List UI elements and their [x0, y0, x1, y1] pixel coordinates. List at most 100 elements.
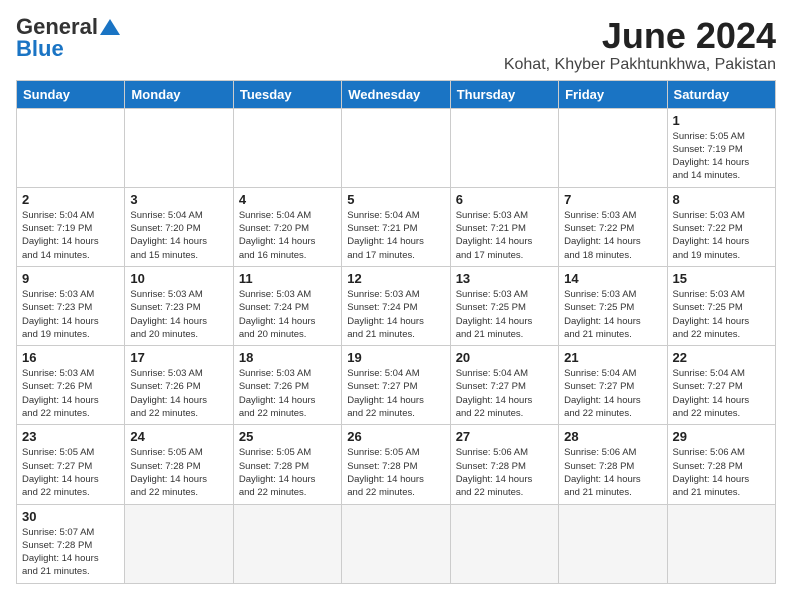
calendar-week-row: 1Sunrise: 5:05 AM Sunset: 7:19 PM Daylig…	[17, 108, 776, 187]
day-number: 23	[22, 429, 119, 444]
calendar-cell: 12Sunrise: 5:03 AM Sunset: 7:24 PM Dayli…	[342, 266, 450, 345]
calendar-cell: 28 Sunrise: 5:06 AM Sunset: 7:28 PM Dayli…	[559, 425, 667, 504]
weekday-header-wednesday: Wednesday	[342, 80, 450, 108]
day-number: 19	[347, 350, 444, 365]
day-number: 7	[564, 192, 661, 207]
day-info: Sunrise: 5:03 AM Sunset: 7:23 PM Dayligh…	[130, 288, 227, 341]
day-info: Sunrise: 5:03 AM Sunset: 7:24 PM Dayligh…	[239, 288, 336, 341]
calendar-cell	[125, 108, 233, 187]
day-info: Sunrise: 5:04 AM Sunset: 7:19 PM Dayligh…	[22, 209, 119, 262]
day-info: Sunrise: 5:03 AM Sunset: 7:26 PM Dayligh…	[239, 367, 336, 420]
day-number: 25	[239, 429, 336, 444]
calendar-cell	[450, 504, 558, 583]
calendar-cell	[559, 504, 667, 583]
calendar-cell: 13Sunrise: 5:03 AM Sunset: 7:25 PM Dayli…	[450, 266, 558, 345]
weekday-header-friday: Friday	[559, 80, 667, 108]
location-title: Kohat, Khyber Pakhtunkhwa, Pakistan	[504, 56, 776, 74]
calendar-cell: 29Sunrise: 5:06 AM Sunset: 7:28 PM Dayli…	[667, 425, 775, 504]
weekday-header-monday: Monday	[125, 80, 233, 108]
day-number: 2	[22, 192, 119, 207]
day-info: Sunrise: 5:03 AM Sunset: 7:22 PM Dayligh…	[673, 209, 770, 262]
day-number: 10	[130, 271, 227, 286]
calendar-cell: 24 Sunrise: 5:05 AM Sunset: 7:28 PM Dayli…	[125, 425, 233, 504]
calendar-cell	[233, 504, 341, 583]
day-number: 15	[673, 271, 770, 286]
weekday-header-saturday: Saturday	[667, 80, 775, 108]
day-info: Sunrise: 5:05 AM Sunset: 7:27 PM Dayligh…	[22, 446, 119, 499]
calendar-cell: 26 Sunrise: 5:05 AM Sunset: 7:28 PM Dayli…	[342, 425, 450, 504]
day-number: 11	[239, 271, 336, 286]
weekday-header-thursday: Thursday	[450, 80, 558, 108]
calendar-cell	[559, 108, 667, 187]
day-number: 3	[130, 192, 227, 207]
calendar-week-row: 23 Sunrise: 5:05 AM Sunset: 7:27 PM Dayli…	[17, 425, 776, 504]
calendar-week-row: 9 Sunrise: 5:03 AM Sunset: 7:23 PM Daylig…	[17, 266, 776, 345]
calendar-cell: 23 Sunrise: 5:05 AM Sunset: 7:27 PM Dayli…	[17, 425, 125, 504]
calendar-cell	[233, 108, 341, 187]
day-number: 21	[564, 350, 661, 365]
day-number: 28	[564, 429, 661, 444]
day-info: Sunrise: 5:04 AM Sunset: 7:27 PM Dayligh…	[564, 367, 661, 420]
day-info: Sunrise: 5:04 AM Sunset: 7:21 PM Dayligh…	[347, 209, 444, 262]
day-info: Sunrise: 5:03 AM Sunset: 7:21 PM Dayligh…	[456, 209, 553, 262]
calendar-cell: 7Sunrise: 5:03 AM Sunset: 7:22 PM Daylig…	[559, 187, 667, 266]
calendar-week-row: 2 Sunrise: 5:04 AM Sunset: 7:19 PM Daylig…	[17, 187, 776, 266]
logo-triangle-icon	[100, 19, 120, 35]
day-info: Sunrise: 5:04 AM Sunset: 7:20 PM Dayligh…	[239, 209, 336, 262]
calendar-cell: 11 Sunrise: 5:03 AM Sunset: 7:24 PM Dayli…	[233, 266, 341, 345]
calendar-cell: 2 Sunrise: 5:04 AM Sunset: 7:19 PM Daylig…	[17, 187, 125, 266]
day-info: Sunrise: 5:03 AM Sunset: 7:25 PM Dayligh…	[673, 288, 770, 341]
day-info: Sunrise: 5:06 AM Sunset: 7:28 PM Dayligh…	[456, 446, 553, 499]
day-info: Sunrise: 5:04 AM Sunset: 7:27 PM Dayligh…	[456, 367, 553, 420]
day-info: Sunrise: 5:03 AM Sunset: 7:23 PM Dayligh…	[22, 288, 119, 341]
calendar-cell: 10 Sunrise: 5:03 AM Sunset: 7:23 PM Dayli…	[125, 266, 233, 345]
calendar-cell: 27 Sunrise: 5:06 AM Sunset: 7:28 PM Dayli…	[450, 425, 558, 504]
day-number: 17	[130, 350, 227, 365]
logo-blue: Blue	[16, 38, 64, 60]
day-info: Sunrise: 5:06 AM Sunset: 7:28 PM Dayligh…	[564, 446, 661, 499]
day-number: 29	[673, 429, 770, 444]
day-info: Sunrise: 5:03 AM Sunset: 7:26 PM Dayligh…	[22, 367, 119, 420]
calendar-cell: 19Sunrise: 5:04 AM Sunset: 7:27 PM Dayli…	[342, 346, 450, 425]
calendar-cell: 1Sunrise: 5:05 AM Sunset: 7:19 PM Daylig…	[667, 108, 775, 187]
calendar-cell	[17, 108, 125, 187]
day-number: 13	[456, 271, 553, 286]
calendar-cell	[667, 504, 775, 583]
calendar-cell	[450, 108, 558, 187]
weekday-header-sunday: Sunday	[17, 80, 125, 108]
day-info: Sunrise: 5:05 AM Sunset: 7:28 PM Dayligh…	[130, 446, 227, 499]
page-header: General Blue June 2024 Kohat, Khyber Pak…	[16, 16, 776, 74]
calendar-cell: 15 Sunrise: 5:03 AM Sunset: 7:25 PM Dayli…	[667, 266, 775, 345]
day-number: 8	[673, 192, 770, 207]
calendar-cell: 16 Sunrise: 5:03 AM Sunset: 7:26 PM Dayli…	[17, 346, 125, 425]
day-info: Sunrise: 5:04 AM Sunset: 7:27 PM Dayligh…	[673, 367, 770, 420]
calendar-cell: 14Sunrise: 5:03 AM Sunset: 7:25 PM Dayli…	[559, 266, 667, 345]
calendar-week-row: 16 Sunrise: 5:03 AM Sunset: 7:26 PM Dayli…	[17, 346, 776, 425]
day-number: 27	[456, 429, 553, 444]
day-number: 26	[347, 429, 444, 444]
calendar-table: SundayMondayTuesdayWednesdayThursdayFrid…	[16, 80, 776, 584]
day-info: Sunrise: 5:07 AM Sunset: 7:28 PM Dayligh…	[22, 526, 119, 579]
calendar-cell	[125, 504, 233, 583]
calendar-cell: 30Sunrise: 5:07 AM Sunset: 7:28 PM Dayli…	[17, 504, 125, 583]
day-info: Sunrise: 5:05 AM Sunset: 7:19 PM Dayligh…	[673, 130, 770, 183]
calendar-cell: 6 Sunrise: 5:03 AM Sunset: 7:21 PM Daylig…	[450, 187, 558, 266]
day-number: 20	[456, 350, 553, 365]
day-number: 24	[130, 429, 227, 444]
day-number: 22	[673, 350, 770, 365]
day-info: Sunrise: 5:05 AM Sunset: 7:28 PM Dayligh…	[347, 446, 444, 499]
calendar-cell: 8 Sunrise: 5:03 AM Sunset: 7:22 PM Daylig…	[667, 187, 775, 266]
calendar-cell: 21 Sunrise: 5:04 AM Sunset: 7:27 PM Dayli…	[559, 346, 667, 425]
logo-general: General	[16, 16, 98, 38]
day-number: 14	[564, 271, 661, 286]
day-number: 16	[22, 350, 119, 365]
day-number: 18	[239, 350, 336, 365]
calendar-cell: 17Sunrise: 5:03 AM Sunset: 7:26 PM Dayli…	[125, 346, 233, 425]
day-number: 9	[22, 271, 119, 286]
calendar-cell: 25Sunrise: 5:05 AM Sunset: 7:28 PM Dayli…	[233, 425, 341, 504]
calendar-cell	[342, 504, 450, 583]
day-number: 5	[347, 192, 444, 207]
calendar-cell: 5 Sunrise: 5:04 AM Sunset: 7:21 PM Daylig…	[342, 187, 450, 266]
day-info: Sunrise: 5:03 AM Sunset: 7:24 PM Dayligh…	[347, 288, 444, 341]
day-number: 6	[456, 192, 553, 207]
